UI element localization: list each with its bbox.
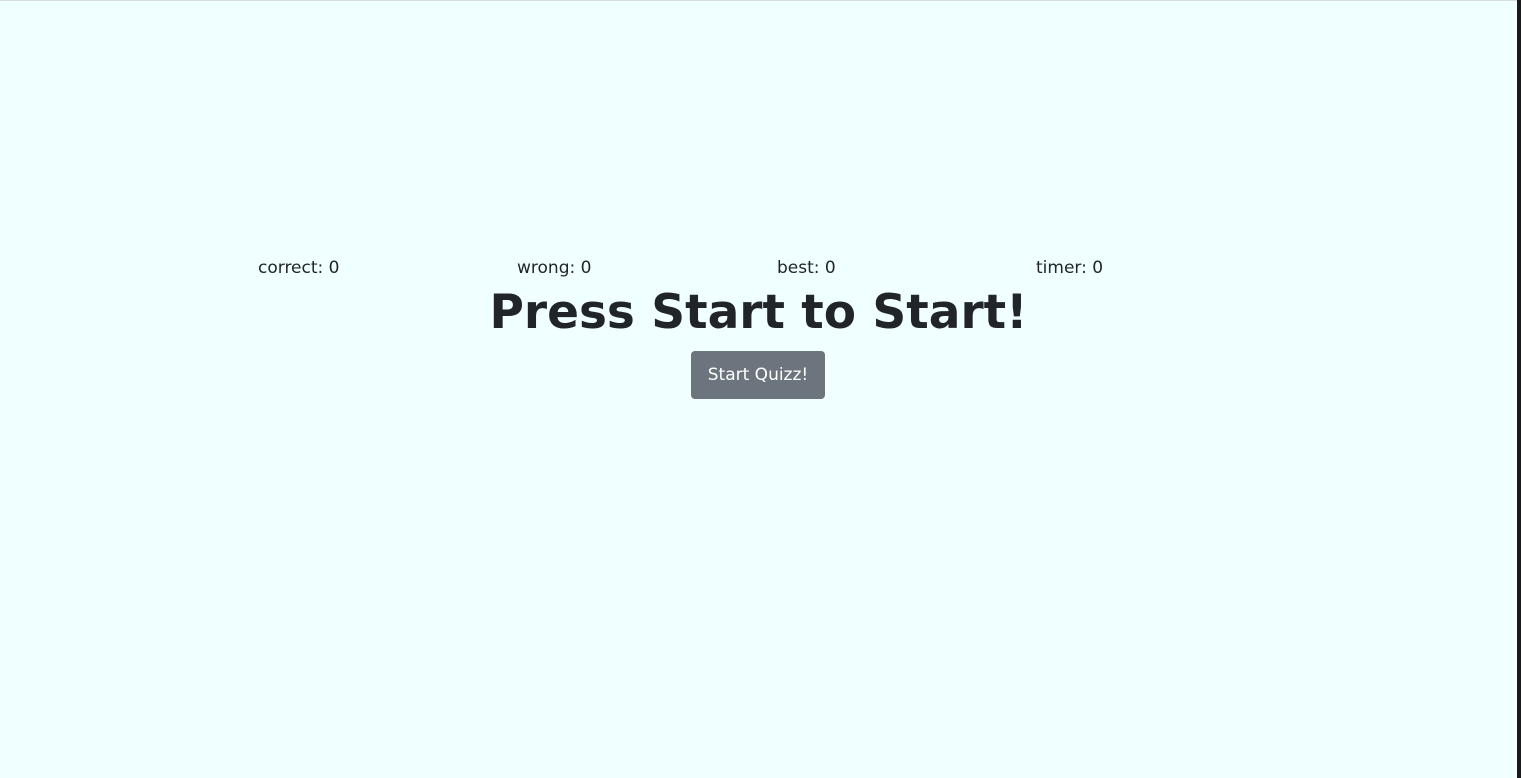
stat-best-label: best — [777, 258, 825, 278]
quiz-page: { "stats": { "correct": { "label": "corr… — [0, 0, 1521, 778]
page-title: Press Start to Start! — [489, 285, 1028, 340]
top-border — [0, 0, 1517, 1]
stat-wrong-label: wrong — [517, 258, 581, 278]
window-edge — [1517, 0, 1521, 778]
stat-wrong-value: 0 — [580, 258, 592, 278]
stat-correct: correct0 — [258, 256, 340, 280]
stat-correct-value: 0 — [328, 258, 340, 278]
start-quiz-button[interactable]: Start Quizz! — [691, 351, 825, 399]
stat-best: best0 — [777, 256, 836, 280]
stat-best-value: 0 — [824, 258, 836, 278]
stat-timer-label: timer — [1036, 258, 1092, 278]
stats-bar: correct0 wrong0 best0 timer0 — [258, 256, 1294, 280]
stat-timer-value: 0 — [1092, 258, 1104, 278]
stat-wrong: wrong0 — [517, 256, 591, 280]
stat-timer: timer0 — [1036, 256, 1103, 280]
stat-correct-label: correct — [258, 258, 329, 278]
